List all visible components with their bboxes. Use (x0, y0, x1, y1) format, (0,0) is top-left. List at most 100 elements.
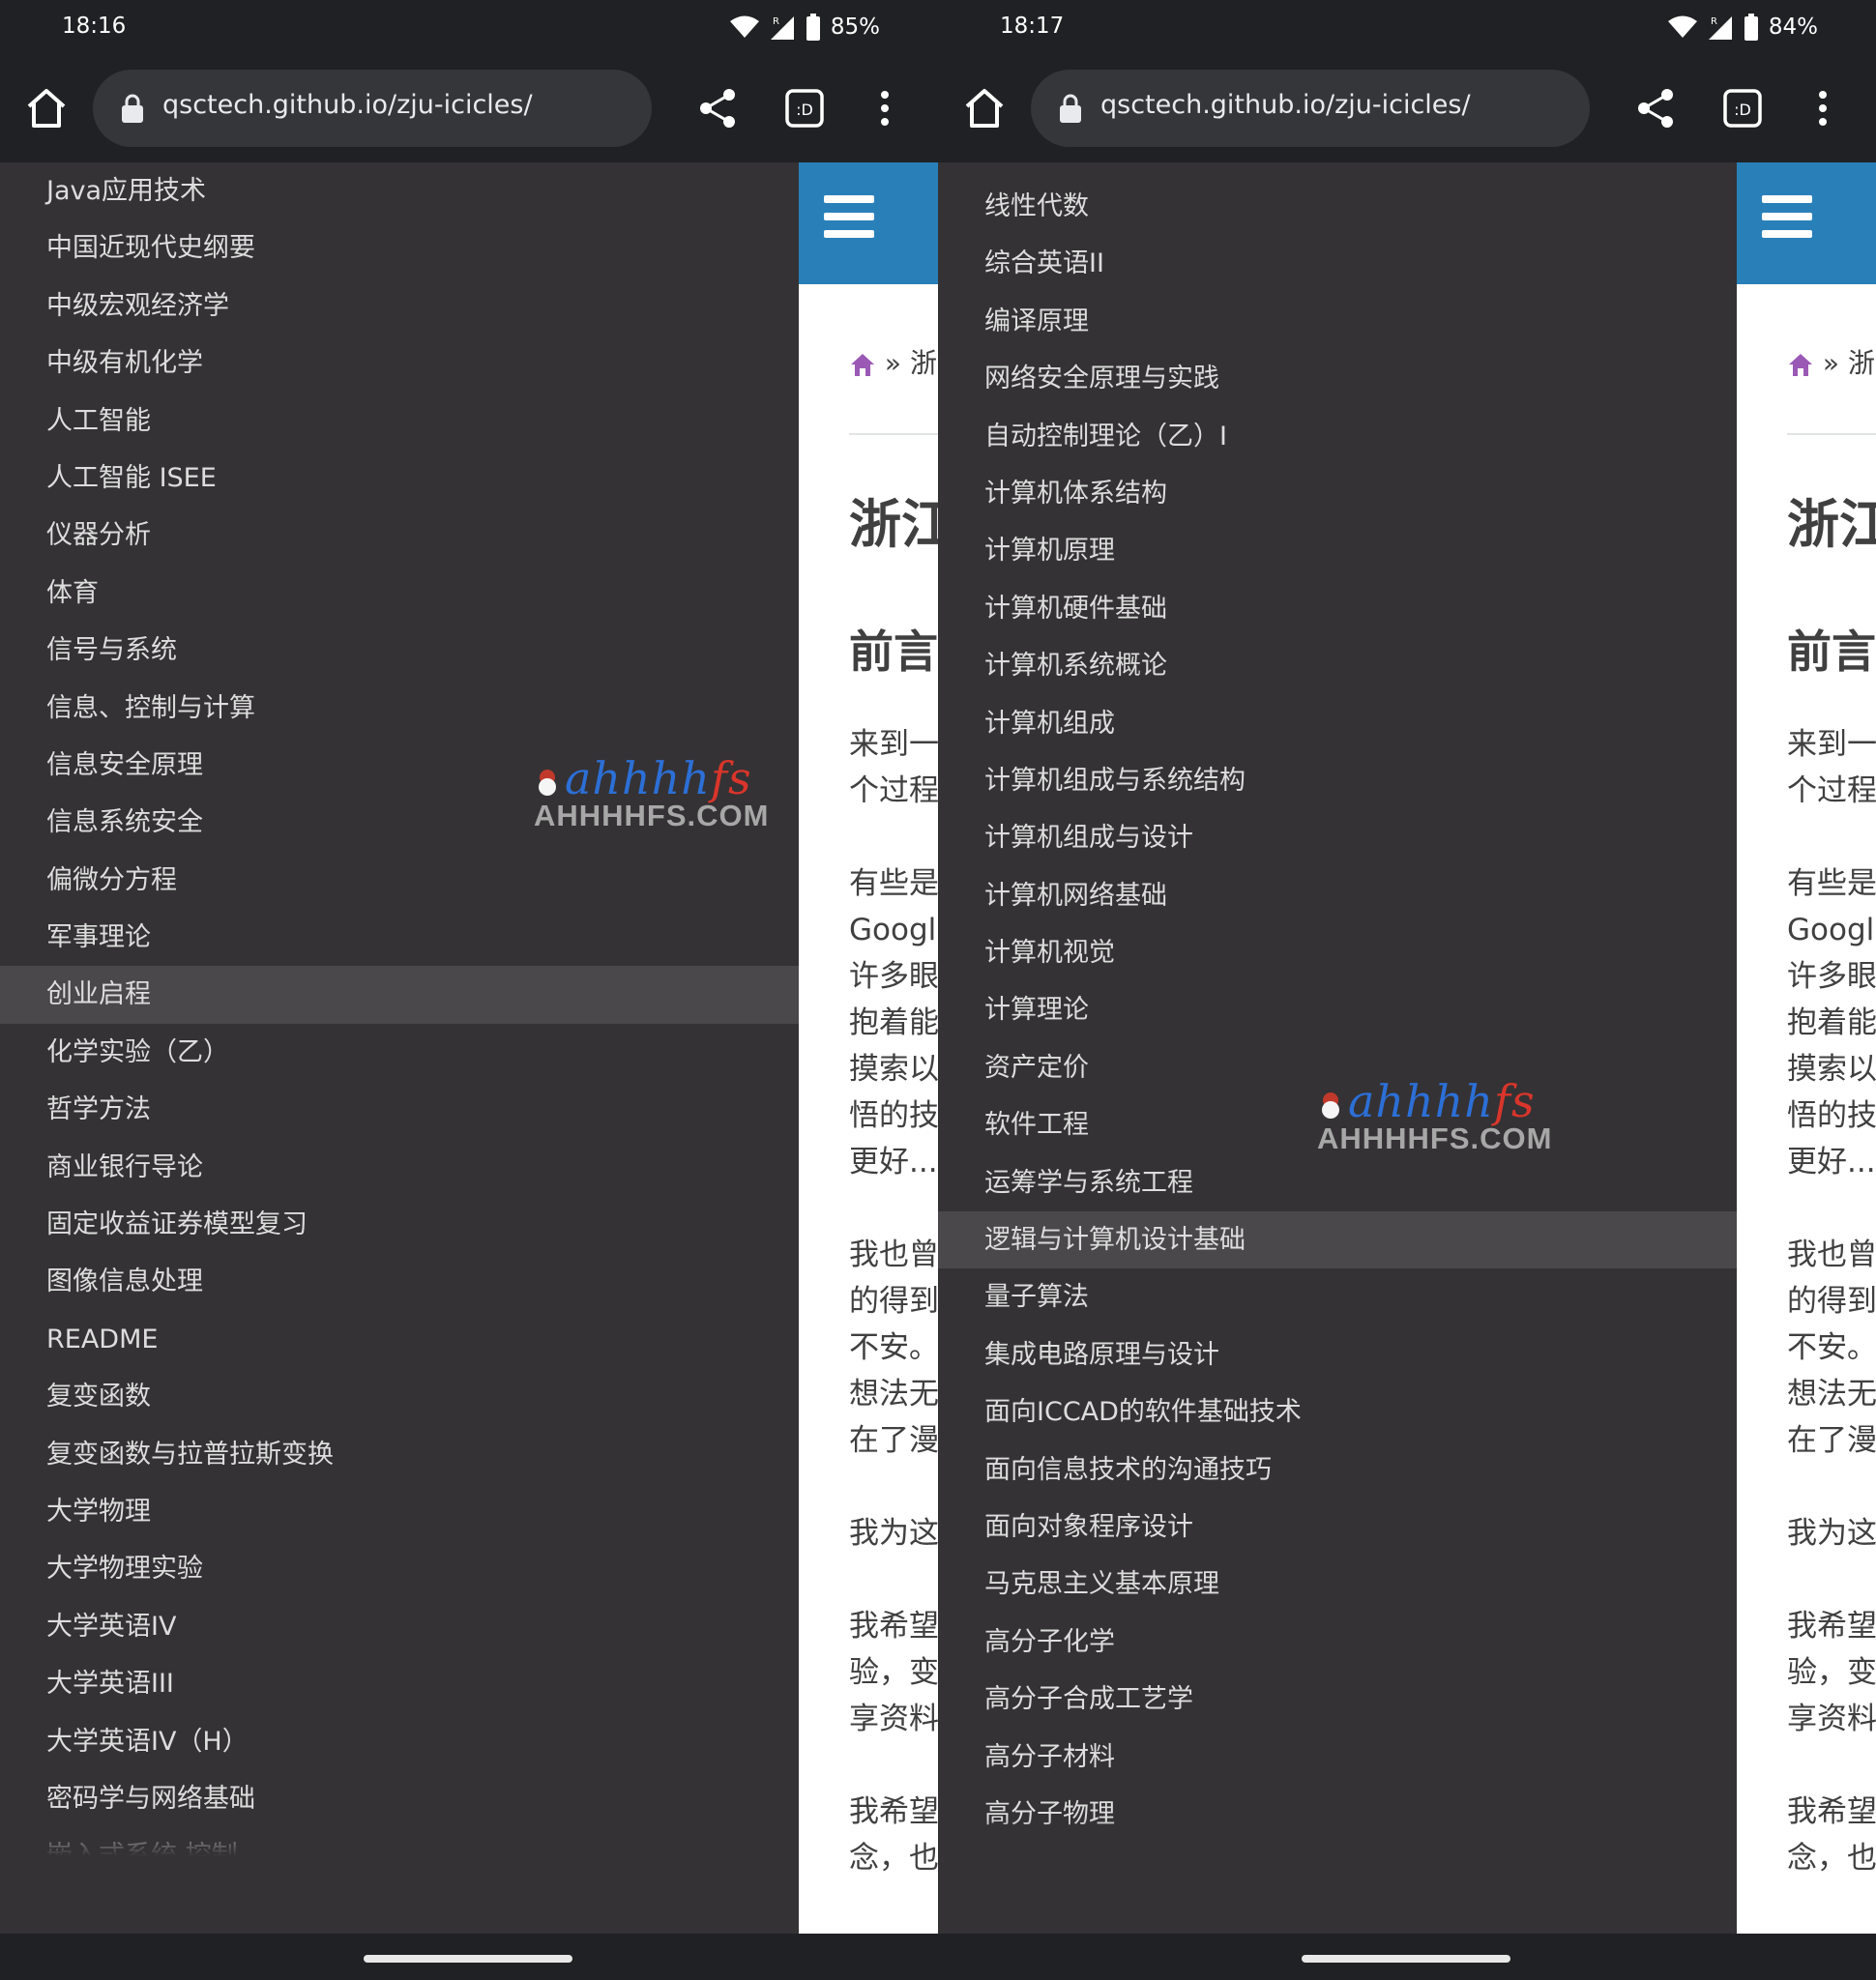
nav-drawer-item[interactable]: 集成电路原理与设计 (938, 1326, 1737, 1383)
hamburger-menu-icon[interactable] (824, 195, 874, 238)
breadcrumb-current: 浙 (909, 347, 937, 379)
nav-drawer-item[interactable]: 商业银行导论 (0, 1139, 799, 1196)
wifi-icon (1667, 15, 1697, 38)
page-title: 浙江 (1787, 494, 1876, 555)
paragraph-line: 有些是 (1787, 866, 1876, 901)
nav-drawer-item[interactable]: 马克思主义基本原理 (938, 1556, 1737, 1613)
nav-drawer-item[interactable]: 大学物理 (0, 1483, 799, 1540)
nav-drawer-item[interactable]: 高分子合成工艺学 (938, 1671, 1737, 1728)
nav-drawer-item[interactable]: 软件工程 (938, 1096, 1737, 1153)
tab-switcher-icon[interactable]: :D (783, 87, 826, 130)
paragraph-line: 想法无 (849, 1377, 938, 1412)
nav-drawer-item[interactable]: 面向对象程序设计 (938, 1499, 1737, 1556)
battery-percent: 84% (1768, 15, 1818, 40)
nav-drawer-item[interactable]: 大学物理实验 (0, 1540, 799, 1597)
tab-switcher-icon[interactable]: :D (1721, 87, 1764, 130)
nav-drawer-item[interactable]: 计算机原理 (938, 522, 1737, 579)
nav-drawer-item[interactable]: 线性代数 (938, 178, 1737, 235)
nav-drawer-item[interactable]: 信息、控制与计算 (0, 680, 799, 737)
paragraph-line: 念，也 (1787, 1841, 1876, 1876)
url-text: qsctech.github.io/zju-icicles/ (162, 90, 533, 120)
nav-drawer: 线性代数 综合英语II 编译原理 网络安全原理与实践 自动控制理论（乙）I 计算机体系结构… (938, 162, 1737, 1934)
nav-drawer-item[interactable]: 计算机硬件基础 (938, 580, 1737, 637)
nav-drawer-item[interactable]: 创业启程 (0, 966, 799, 1024)
nav-drawer-item[interactable]: 中国近现代史纲要 (0, 219, 799, 277)
nav-drawer-item[interactable]: 综合英语II (938, 235, 1737, 292)
share-icon[interactable] (1634, 87, 1677, 130)
more-menu-icon[interactable] (870, 87, 899, 130)
nav-drawer-item[interactable]: 信号与系统 (0, 622, 799, 679)
nav-drawer-item[interactable]: 计算理论 (938, 981, 1737, 1038)
status-time: 18:17 (1000, 14, 1065, 39)
nav-drawer-item[interactable]: 大学英语IV (0, 1598, 799, 1655)
nav-drawer-item[interactable]: 面向信息技术的沟通技巧 (938, 1441, 1737, 1499)
drawer-bottom (0, 1856, 799, 1934)
nav-drawer-item[interactable]: 大学英语III (0, 1655, 799, 1712)
status-bar: 18:16 R 85% (0, 0, 938, 54)
nav-drawer-item[interactable]: 固定收益证券模型复习 (0, 1196, 799, 1253)
nav-drawer-item[interactable]: 计算机组成与设计 (938, 809, 1737, 866)
paragraph-line: 的得到 (849, 1284, 938, 1319)
url-bar[interactable]: qsctech.github.io/zju-icicles/ (1031, 70, 1590, 147)
nav-drawer-item[interactable]: 偏微分方程 (0, 852, 799, 909)
nav-drawer-item[interactable]: 中级有机化学 (0, 335, 799, 392)
nav-drawer-item[interactable]: 复变函数与拉普拉斯变换 (0, 1426, 799, 1483)
nav-drawer-item[interactable]: 面向ICCAD的软件基础技术 (938, 1383, 1737, 1441)
breadcrumb-home-icon[interactable] (849, 352, 876, 377)
paragraph-line: 我希望 (1787, 1794, 1876, 1829)
share-icon[interactable] (696, 87, 739, 130)
paragraph-line: 抱着能 (1787, 1005, 1876, 1040)
nav-drawer-item[interactable]: 复变函数 (0, 1368, 799, 1425)
cell-signal-icon: R (770, 16, 794, 40)
nav-drawer-item[interactable]: 信息安全原理 (0, 737, 799, 794)
nav-drawer-item[interactable]: 计算机系统概论 (938, 637, 1737, 694)
nav-drawer-item[interactable]: 军事理论 (0, 909, 799, 966)
nav-drawer-item[interactable]: 运筹学与系统工程 (938, 1154, 1737, 1211)
home-icon[interactable] (23, 85, 70, 131)
paragraph-line: Google (849, 913, 938, 947)
nav-drawer-item[interactable]: 计算机视觉 (938, 924, 1737, 981)
nav-drawer-item[interactable]: 计算机组成 (938, 695, 1737, 752)
home-gesture-handle[interactable] (364, 1955, 572, 1963)
nav-drawer-item[interactable]: 信息系统安全 (0, 794, 799, 851)
nav-drawer-item[interactable]: 高分子材料 (938, 1729, 1737, 1786)
nav-drawer-item[interactable]: 高分子化学 (938, 1614, 1737, 1671)
nav-drawer-item[interactable]: 网络安全原理与实践 (938, 350, 1737, 407)
nav-drawer-item[interactable]: 图像信息处理 (0, 1253, 799, 1310)
nav-drawer-item[interactable]: Java应用技术 (0, 162, 799, 219)
nav-drawer-item[interactable]: 自动控制理论（乙）I (938, 408, 1737, 465)
status-bar: 18:17 R 84% (938, 0, 1876, 54)
nav-drawer-item[interactable]: 计算机网络基础 (938, 867, 1737, 924)
nav-drawer-item[interactable]: README (0, 1311, 799, 1368)
drawer-fade (938, 1818, 1737, 1856)
nav-drawer-item[interactable]: 资产定价 (938, 1039, 1737, 1096)
divider (849, 433, 938, 435)
more-menu-icon[interactable] (1808, 87, 1837, 130)
paragraph-line: 更好.... (1787, 1145, 1876, 1179)
nav-drawer-item[interactable]: 人工智能 (0, 393, 799, 450)
url-bar[interactable]: qsctech.github.io/zju-icicles/ (93, 70, 652, 147)
paragraph-line: 不安。 (1787, 1330, 1876, 1365)
nav-drawer-item[interactable]: 逻辑与计算机设计基础 (938, 1211, 1737, 1269)
nav-drawer-item[interactable]: 计算机体系结构 (938, 465, 1737, 522)
nav-drawer-item[interactable]: 计算机组成与系统结构 (938, 752, 1737, 809)
nav-drawer-item[interactable]: 人工智能 ISEE (0, 450, 799, 507)
paragraph-line: 在了漫 (849, 1423, 938, 1458)
nav-drawer-item[interactable]: 编译原理 (938, 293, 1737, 350)
content-topbar (799, 162, 938, 284)
paragraph-line: 念，也 (849, 1841, 938, 1876)
home-gesture-handle[interactable] (1302, 1955, 1510, 1963)
nav-drawer-item[interactable]: 中级宏观经济学 (0, 277, 799, 335)
home-icon[interactable] (961, 85, 1008, 131)
nav-drawer-item[interactable]: 化学实验（乙） (0, 1024, 799, 1081)
lock-icon (1060, 94, 1081, 123)
breadcrumb-home-icon[interactable] (1787, 352, 1814, 377)
nav-drawer-item[interactable]: 体育 (0, 565, 799, 622)
lock-icon (122, 94, 143, 123)
drawer-fade (0, 1818, 799, 1856)
nav-drawer-item[interactable]: 哲学方法 (0, 1081, 799, 1138)
hamburger-menu-icon[interactable] (1762, 195, 1812, 238)
nav-drawer-item[interactable]: 量子算法 (938, 1268, 1737, 1325)
nav-drawer-item[interactable]: 仪器分析 (0, 507, 799, 564)
nav-drawer-item[interactable]: 大学英语IV（H） (0, 1713, 799, 1770)
